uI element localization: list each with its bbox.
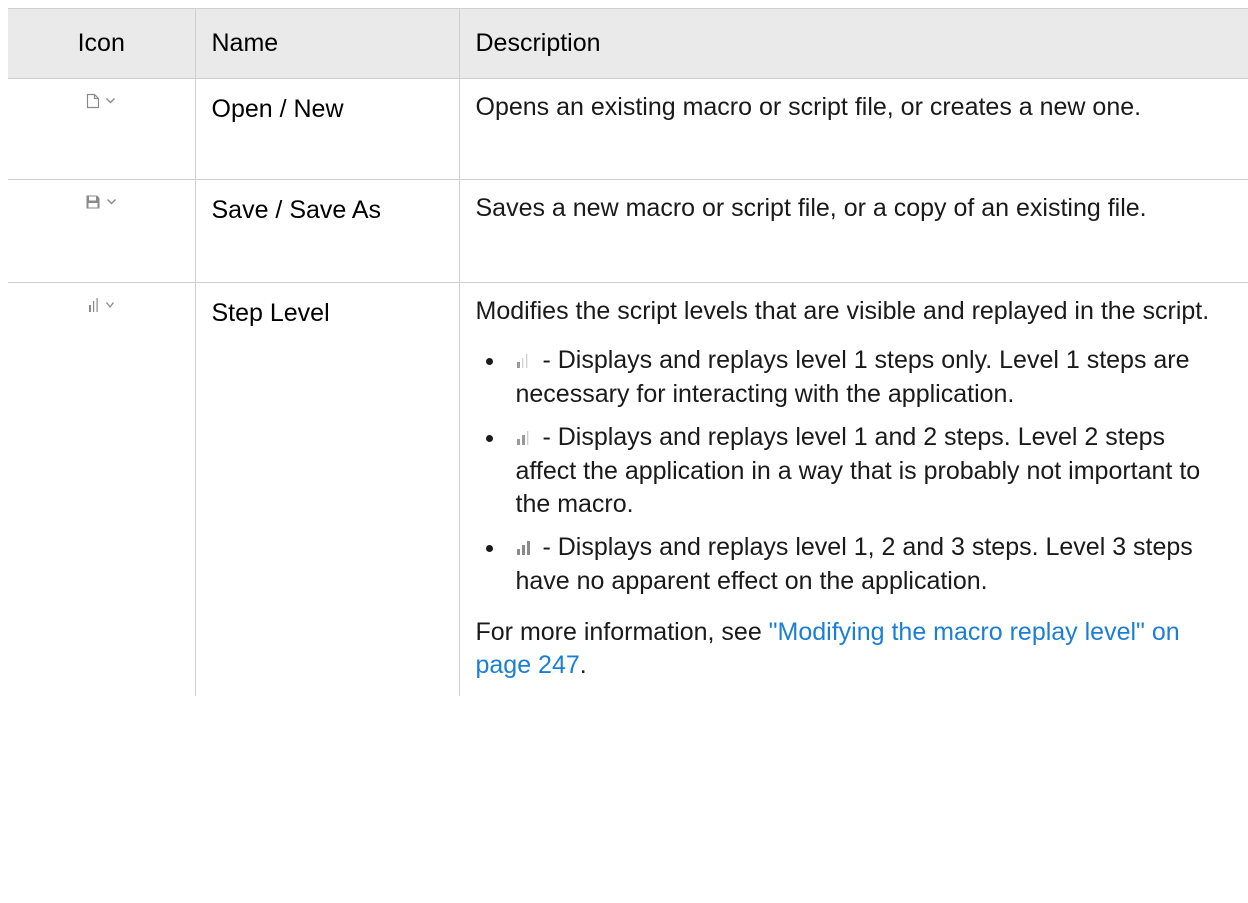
level-1-icon [516, 345, 532, 378]
list-item: - Displays and replays level 1 and 2 ste… [476, 421, 1223, 521]
level-3-icon [516, 532, 532, 565]
new-file-icon [86, 93, 116, 109]
chevron-down-icon [106, 98, 116, 104]
header-icon: Icon [8, 8, 195, 79]
step-level-icon [88, 297, 115, 313]
chevron-down-icon [105, 302, 114, 309]
table-row: Save / Save As Saves a new macro or scri… [8, 179, 1248, 283]
level-list: - Displays and replays level 1 steps onl… [476, 344, 1223, 598]
list-item: - Displays and replays level 1, 2 and 3 … [476, 531, 1223, 598]
row-name: Save / Save As [194, 179, 459, 283]
toolbar-reference-table: Icon Name Description Open / New Opens a… [8, 8, 1248, 696]
chevron-down-icon [107, 199, 117, 205]
row-name: Open / New [194, 78, 459, 180]
row-description: Saves a new macro or script file, or a c… [475, 194, 1147, 222]
row-description: Opens an existing macro or script file, … [475, 93, 1142, 121]
row-description: Modifies the script levels that are visi… [475, 297, 1210, 325]
row-name: Step Level [194, 282, 459, 696]
save-icon [85, 194, 117, 210]
table-row: Step Level Modifies the script levels th… [8, 282, 1248, 696]
header-description: Description [458, 8, 1248, 79]
header-name: Name [194, 8, 459, 79]
more-info: For more information, see "Modifying the… [475, 618, 1180, 679]
table-row: Open / New Opens an existing macro or sc… [8, 78, 1248, 180]
level-2-icon [516, 422, 532, 455]
list-item: - Displays and replays level 1 steps onl… [476, 344, 1223, 411]
table-header: Icon Name Description [8, 8, 1248, 79]
